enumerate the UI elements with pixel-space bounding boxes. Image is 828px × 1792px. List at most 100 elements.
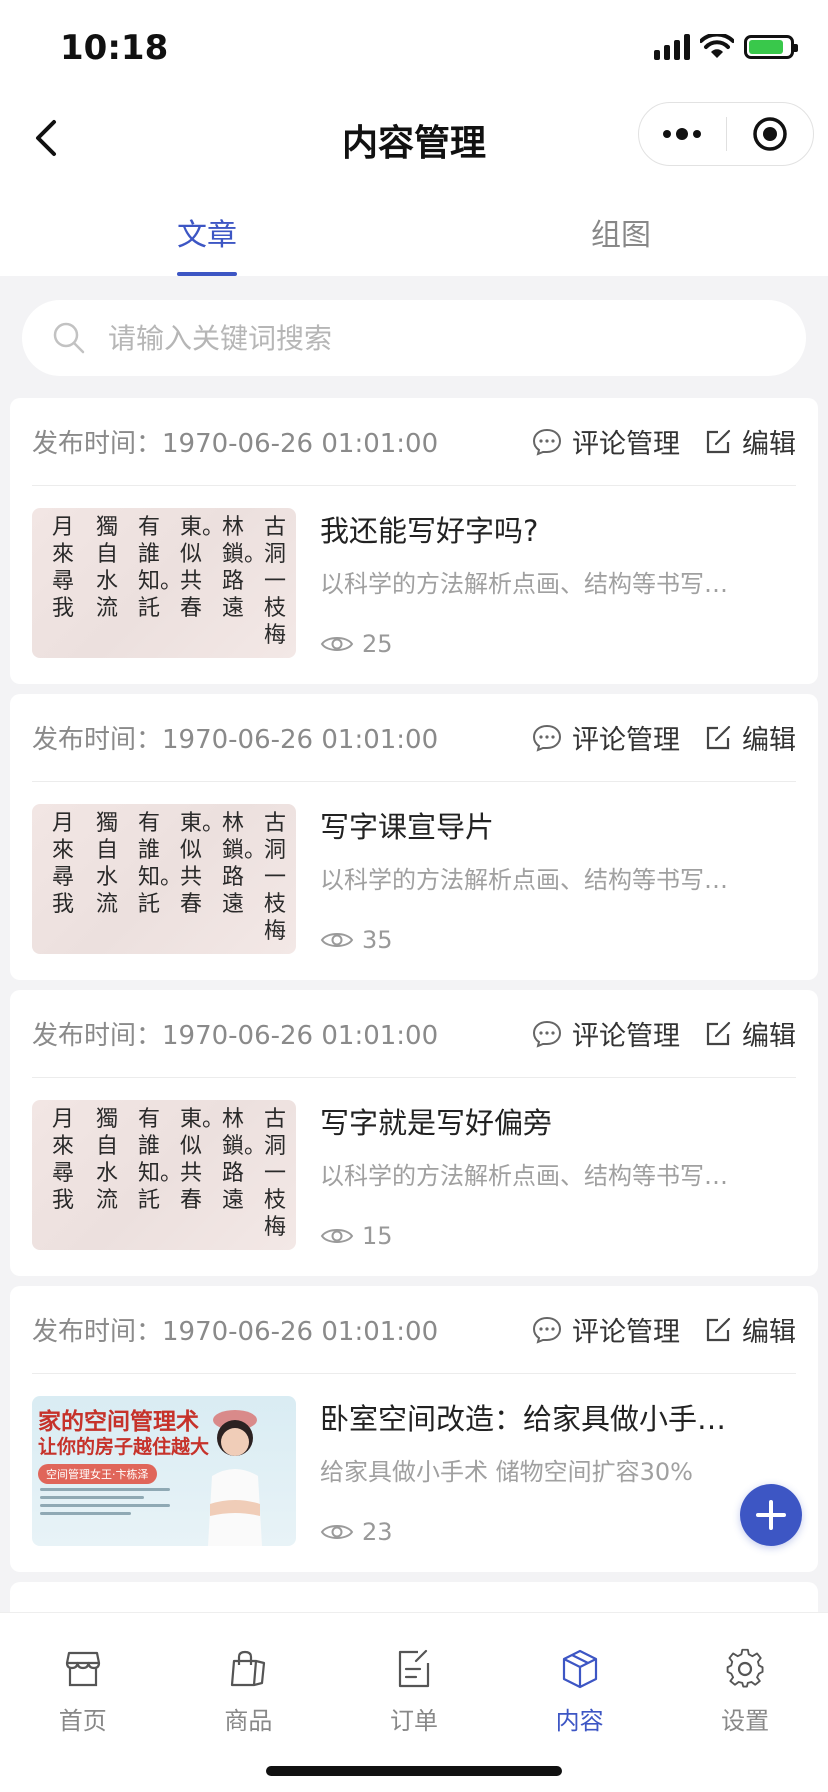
comment-manage-label: 评论管理 [572,1317,680,1348]
comment-manage-button[interactable]: 评论管理 [532,718,680,757]
edit-icon [706,429,731,453]
comment-manage-button[interactable]: 评论管理 [532,422,680,461]
nav-bar: 内容管理 [0,96,828,180]
article-desc: 以科学的方法解析点画、结构等书写要… [320,1162,750,1190]
tabbar-label: 内容 [555,1707,604,1735]
card-header: 发布时间：1970-06-26 01:01:00 评论管理 编辑 [32,1286,796,1374]
comment-manage-button[interactable]: 评论管理 [532,1310,680,1349]
tabbar-item-home[interactable]: 首页 [0,1613,166,1792]
edit-label: 编辑 [742,1021,796,1052]
status-bar: 10:18 [0,0,828,96]
search-icon [53,322,85,354]
calligraphy-column: 獨自水流 [96,1107,119,1213]
calligraphy-column: 獨自水流 [96,811,119,917]
comment-manage-button[interactable]: 评论管理 [532,1014,680,1053]
article-info: 卧室空间改造：给家具做小手术 … 给家具做小手术 储物空间扩容30% 23 [296,1396,796,1546]
publish-time: 发布时间：1970-06-26 01:01:00 [32,725,439,755]
calligraphy-column: 古洞一枝梅 [264,1107,287,1240]
close-miniapp-button[interactable] [727,103,814,165]
article-card: 发布时间：1970-06-26 01:01:00 评论管理 编辑 古洞一枝梅 林… [10,990,818,1276]
calligraphy-column: 獨自水流 [96,515,119,621]
bottom-tab-bar: 首页 商品 订单 内容 设置 [0,1612,828,1792]
publish-time: 发布时间：1970-06-26 01:01:00 [32,429,439,459]
comment-icon [532,428,562,456]
card-body[interactable]: 家的空间管理术 让你的房子越住越大 空间管理女王·卞栋泽 卧室空间改造：给家具做… [32,1396,796,1546]
search-input[interactable] [108,321,708,355]
calligraphy-column: 古洞一枝梅 [264,811,287,944]
edit-button[interactable]: 编辑 [704,718,796,757]
edit-label: 编辑 [742,725,796,756]
thumbnail-badge: 空间管理女王·卞栋泽 [38,1464,157,1484]
article-card: 发布时间：1970-06-26 01:01:00 评论管理 编辑 古洞一枝梅 林… [10,694,818,980]
more-button[interactable] [639,103,726,165]
edit-button[interactable]: 编辑 [704,1310,796,1349]
tab-label: 组图 [591,218,651,253]
view-count-value: 23 [362,1518,393,1546]
calligraphy-column: 東。似共春 [180,515,225,621]
card-body[interactable]: 古洞一枝梅 林鎖。路遠 東。似共春 有誰知。託 獨自水流 月來尋我 写字就是写好… [32,1100,796,1250]
thumbnail-title: 家的空间管理术 [38,1408,199,1435]
person-illustration [208,1410,262,1546]
publish-time: 发布时间：1970-06-26 01:01:00 [32,1021,439,1051]
card-body[interactable]: 古洞一枝梅 林鎖。路遠 東。似共春 有誰知。託 獨自水流 月來尋我 写字课宣导片… [32,804,796,954]
comment-icon [532,1316,562,1344]
calligraphy-column: 林鎖。路遠 [222,515,267,621]
article-info: 写字就是写好偏旁 以科学的方法解析点画、结构等书写要… 15 [296,1100,796,1250]
store-icon [65,1651,100,1687]
cube-icon [562,1649,597,1689]
comment-icon [532,1020,562,1048]
tabbar-item-settings[interactable]: 设置 [662,1613,828,1792]
wifi-icon [700,34,734,58]
card-body[interactable]: 古洞一枝梅 林鎖。路遠 東。似共春 有誰知。託 獨自水流 月來尋我 我还能写好字… [32,508,796,658]
edit-label: 编辑 [742,1317,796,1348]
edit-button[interactable]: 编辑 [704,422,796,461]
view-count: 25 [320,630,393,658]
tab-gallery[interactable]: 组图 [414,180,828,276]
eye-icon [320,637,354,651]
eye-icon [320,933,354,947]
edit-button[interactable]: 编辑 [704,1014,796,1053]
tabbar-label: 商品 [224,1707,273,1735]
article-card: 发布时间：1970-06-26 01:01:00 评论管理 编辑 家的空间管理术… [10,1286,818,1572]
miniapp-capsule [638,102,814,166]
view-count-value: 35 [362,926,393,954]
article-desc: 以科学的方法解析点画、结构等书写要… [320,866,750,894]
comment-icon [532,724,562,752]
comment-manage-label: 评论管理 [572,725,680,756]
article-title: 我还能写好字吗? [320,514,539,548]
card-header: 发布时间：1970-06-26 01:01:00 评论管理 编辑 [32,990,796,1078]
view-count: 35 [320,926,393,954]
tab-underline [177,272,237,276]
view-count-value: 15 [362,1222,393,1250]
article-desc: 以科学的方法解析点画、结构等书写要… [320,570,750,598]
comment-manage-label: 评论管理 [572,1021,680,1052]
article-info: 我还能写好字吗? 以科学的方法解析点画、结构等书写要… 25 [296,508,796,658]
article-desc: 给家具做小手术 储物空间扩容30% [320,1458,693,1486]
plus-icon [756,1500,786,1530]
signal-icon [654,34,690,60]
edit-icon [706,1021,731,1045]
article-title: 写字就是写好偏旁 [320,1106,553,1140]
article-thumbnail: 古洞一枝梅 林鎖。路遠 東。似共春 有誰知。託 獨自水流 月來尋我 [32,804,296,954]
tabbar-label: 设置 [721,1707,770,1735]
calligraphy-column: 林鎖。路遠 [222,811,267,917]
home-indicator [266,1766,562,1776]
article-thumbnail: 家的空间管理术 让你的房子越住越大 空间管理女王·卞栋泽 [32,1396,296,1546]
calligraphy-column: 東。似共春 [180,811,225,917]
article-thumbnail: 古洞一枝梅 林鎖。路遠 東。似共春 有誰知。託 獨自水流 月來尋我 [32,508,296,658]
target-icon [753,117,787,151]
article-card: 发布时间：1970-06-26 01:01:00 评论管理 编辑 古洞一枝梅 林… [10,398,818,684]
view-count: 23 [320,1518,393,1546]
tab-articles[interactable]: 文章 [0,180,414,276]
view-count-value: 25 [362,630,393,658]
calligraphy-column: 東。似共春 [180,1107,225,1213]
content-tabs: 文章 组图 [0,180,828,276]
shopping-bag-icon [231,1650,266,1687]
more-dots-icon [663,128,702,140]
status-icons [654,34,798,60]
card-header: 发布时间：1970-06-26 01:01:00 评论管理 编辑 [32,398,796,486]
article-list: 发布时间：1970-06-26 01:01:00 评论管理 编辑 古洞一枝梅 林… [10,398,818,1652]
calligraphy-column: 古洞一枝梅 [264,515,287,648]
add-article-button[interactable] [740,1484,802,1546]
thumbnail-text-lines [40,1488,170,1520]
